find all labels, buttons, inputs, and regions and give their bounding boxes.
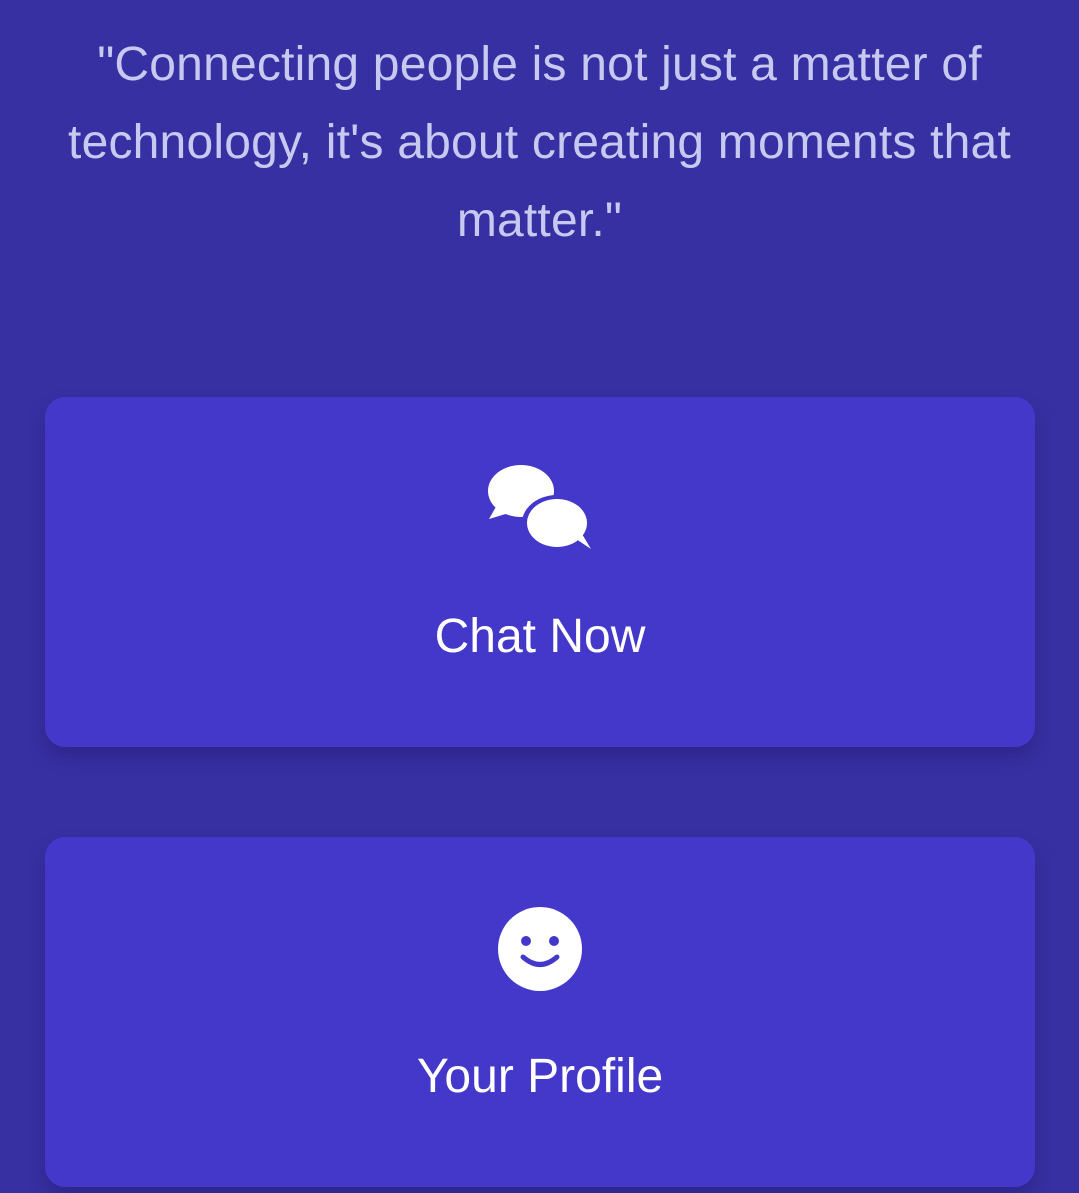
your-profile-label: Your Profile: [416, 1050, 664, 1103]
chat-now-button[interactable]: Chat Now: [45, 397, 1035, 747]
chat-bubbles-icon: [485, 463, 595, 558]
your-profile-button[interactable]: Your Profile: [45, 837, 1035, 1187]
chat-now-label: Chat Now: [434, 610, 646, 663]
smiley-face-icon: [497, 906, 583, 997]
quote-text: "Connecting people is not just a matter …: [68, 38, 1011, 247]
